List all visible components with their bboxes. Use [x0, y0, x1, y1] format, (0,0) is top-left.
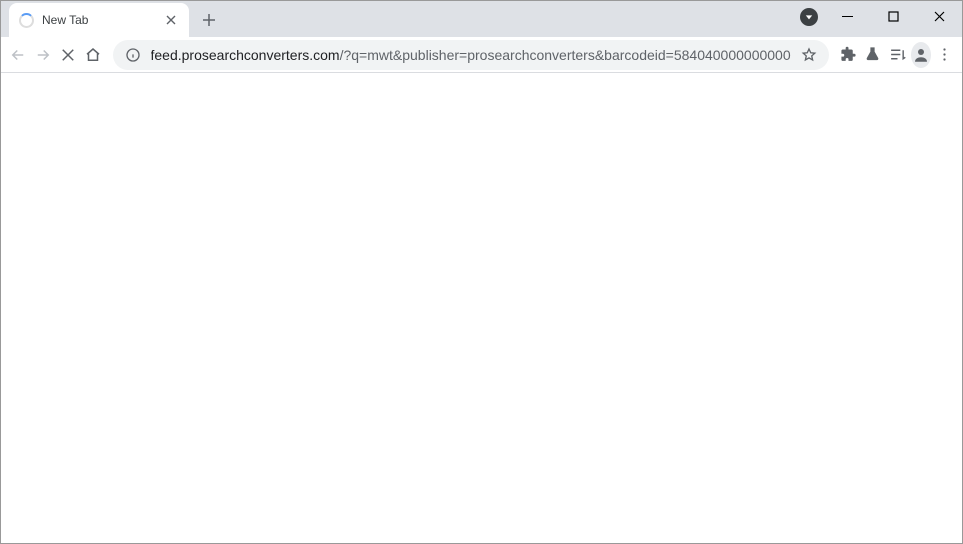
close-tab-button[interactable] — [163, 12, 179, 28]
plus-icon — [202, 13, 216, 27]
toolbar: feed.prosearchconverters.com/?q=mwt&publ… — [1, 37, 962, 73]
profile-button[interactable] — [911, 42, 931, 68]
flask-icon — [864, 46, 881, 63]
new-tab-button[interactable] — [195, 6, 223, 34]
bookmark-star-icon[interactable] — [801, 47, 817, 63]
reading-list-button[interactable] — [886, 40, 909, 70]
address-bar[interactable]: feed.prosearchconverters.com/?q=mwt&publ… — [113, 40, 829, 70]
titlebar: New Tab — [1, 1, 962, 37]
home-icon — [84, 46, 102, 64]
back-button[interactable] — [7, 40, 30, 70]
maximize-icon — [888, 11, 899, 22]
minimize-window-button[interactable] — [824, 1, 870, 31]
close-icon — [166, 15, 176, 25]
labs-button[interactable] — [862, 40, 885, 70]
page-content — [1, 73, 962, 543]
triangle-down-icon — [805, 13, 813, 21]
person-icon — [912, 46, 930, 64]
stop-reload-button[interactable] — [57, 40, 80, 70]
site-info-icon[interactable] — [125, 47, 141, 63]
extensions-button[interactable] — [837, 40, 860, 70]
browser-tab[interactable]: New Tab — [9, 3, 189, 37]
maximize-window-button[interactable] — [870, 1, 916, 31]
puzzle-icon — [840, 46, 857, 63]
extension-indicator[interactable] — [800, 8, 818, 26]
home-button[interactable] — [82, 40, 105, 70]
tab-title: New Tab — [42, 13, 155, 27]
url-text: feed.prosearchconverters.com/?q=mwt&publ… — [151, 47, 791, 63]
arrow-left-icon — [9, 46, 27, 64]
reading-list-icon — [889, 46, 906, 63]
forward-button[interactable] — [32, 40, 55, 70]
arrow-right-icon — [34, 46, 52, 64]
menu-button[interactable] — [933, 40, 956, 70]
close-icon — [934, 11, 945, 22]
minimize-icon — [842, 11, 853, 22]
close-window-button[interactable] — [916, 1, 962, 31]
close-icon — [59, 46, 77, 64]
loading-spinner-icon — [19, 13, 34, 28]
dots-vertical-icon — [936, 46, 953, 63]
